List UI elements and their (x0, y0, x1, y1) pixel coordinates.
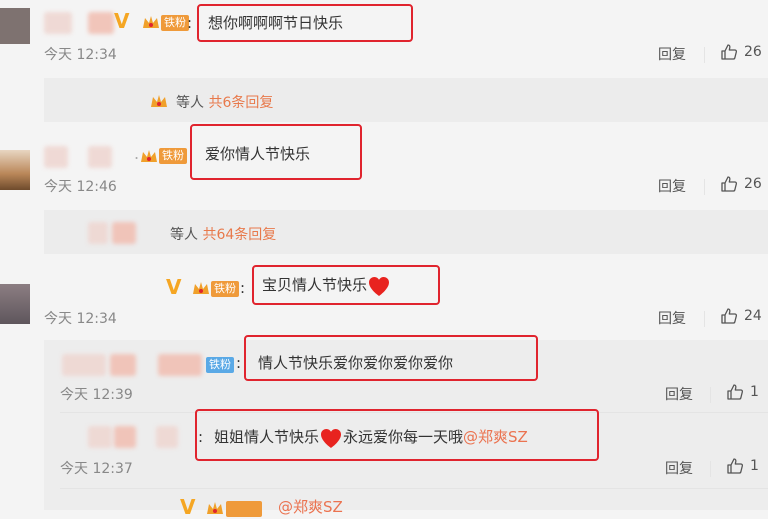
mention-link[interactable]: @郑爽SZ (278, 496, 343, 518)
like-count: 24 (744, 308, 762, 324)
like-button[interactable]: 1 (726, 383, 759, 401)
vip-badge-icon: V (114, 9, 130, 33)
like-count: 26 (744, 176, 762, 192)
sub-replies-summary[interactable]: 等人 共6条回复 (176, 92, 273, 112)
fan-crown-icon (151, 95, 167, 107)
mention-link[interactable]: @郑爽SZ (463, 428, 528, 446)
thumbs-up-icon (721, 44, 738, 60)
like-count: 1 (750, 384, 759, 400)
sub-replies-bar[interactable] (44, 210, 768, 254)
like-count: 26 (744, 44, 762, 60)
fan-badge: 铁粉 (206, 357, 234, 373)
username-blurred[interactable] (62, 354, 106, 376)
like-button[interactable]: 26 (720, 43, 762, 61)
row-divider (60, 488, 768, 489)
comment-text: 想你啊啊啊节日快乐 (208, 14, 344, 32)
username-blurred[interactable] (88, 146, 112, 168)
avatar[interactable] (0, 284, 30, 324)
username-blurred[interactable] (156, 426, 178, 448)
vip-badge-icon: V (180, 495, 196, 519)
reply-button[interactable]: 回复 (665, 384, 693, 404)
reply-button[interactable]: 回复 (658, 176, 686, 196)
like-count: 1 (750, 458, 759, 474)
vip-badge-icon: V (166, 275, 182, 299)
fan-crown-icon (143, 16, 159, 28)
comment-time: 今天 12:34 (44, 47, 117, 63)
fan-crown-icon (141, 150, 157, 162)
comment-text: 宝贝情人节快乐 (262, 274, 391, 297)
avatar[interactable] (0, 8, 30, 44)
reply-text: 姐姐情人节快乐 永远爱你每一天哦@郑爽SZ (214, 426, 528, 449)
fan-badge: 铁粉 (159, 148, 187, 164)
reply-button[interactable]: 回复 (658, 44, 686, 64)
username-blurred[interactable] (44, 12, 72, 34)
like-button[interactable]: 24 (720, 307, 762, 325)
sub-replies-count-link[interactable]: 共64条回复 (202, 227, 276, 243)
like-button[interactable]: 1 (726, 457, 759, 475)
comment-text: 爱你情人节快乐 (205, 145, 311, 163)
fan-crown-icon (207, 502, 223, 514)
thumbs-up-icon (727, 458, 744, 474)
divider (704, 47, 705, 63)
comment-time: 今天 12:46 (44, 179, 117, 195)
avatar[interactable] (0, 150, 30, 190)
username-blurred[interactable] (44, 146, 68, 168)
heart-emoji-icon (369, 276, 390, 296)
thumbs-up-icon (721, 176, 738, 192)
divider (704, 179, 705, 195)
username-blurred[interactable] (110, 354, 136, 376)
reply-time: 今天 12:39 (60, 387, 133, 403)
divider (704, 311, 705, 327)
divider (710, 461, 711, 477)
fan-badge: 铁粉 (211, 281, 239, 297)
username-blurred[interactable] (112, 222, 136, 244)
divider (710, 387, 711, 403)
thumbs-up-icon (727, 384, 744, 400)
comment-time: 今天 12:34 (44, 311, 117, 327)
sub-replies-summary[interactable]: 等人 共64条回复 (170, 224, 276, 244)
username-blurred[interactable] (88, 426, 112, 448)
reply-button[interactable]: 回复 (658, 308, 686, 328)
reply-button[interactable]: 回复 (665, 458, 693, 478)
username-blurred[interactable] (114, 426, 136, 448)
sub-replies-count-link[interactable]: 共6条回复 (208, 95, 273, 111)
like-button[interactable]: 26 (720, 175, 762, 193)
heart-emoji-icon (321, 428, 342, 448)
username-blurred[interactable] (88, 12, 114, 34)
username-blurred[interactable] (158, 354, 202, 376)
fan-crown-icon (193, 282, 209, 294)
reply-text: 情人节快乐爱你爱你爱你爱你 (258, 354, 454, 372)
thumbs-up-icon (721, 308, 738, 324)
fan-badge (226, 501, 262, 517)
username-blurred[interactable] (88, 222, 108, 244)
reply-time: 今天 12:37 (60, 461, 133, 477)
fan-badge: 铁粉 (161, 15, 189, 31)
